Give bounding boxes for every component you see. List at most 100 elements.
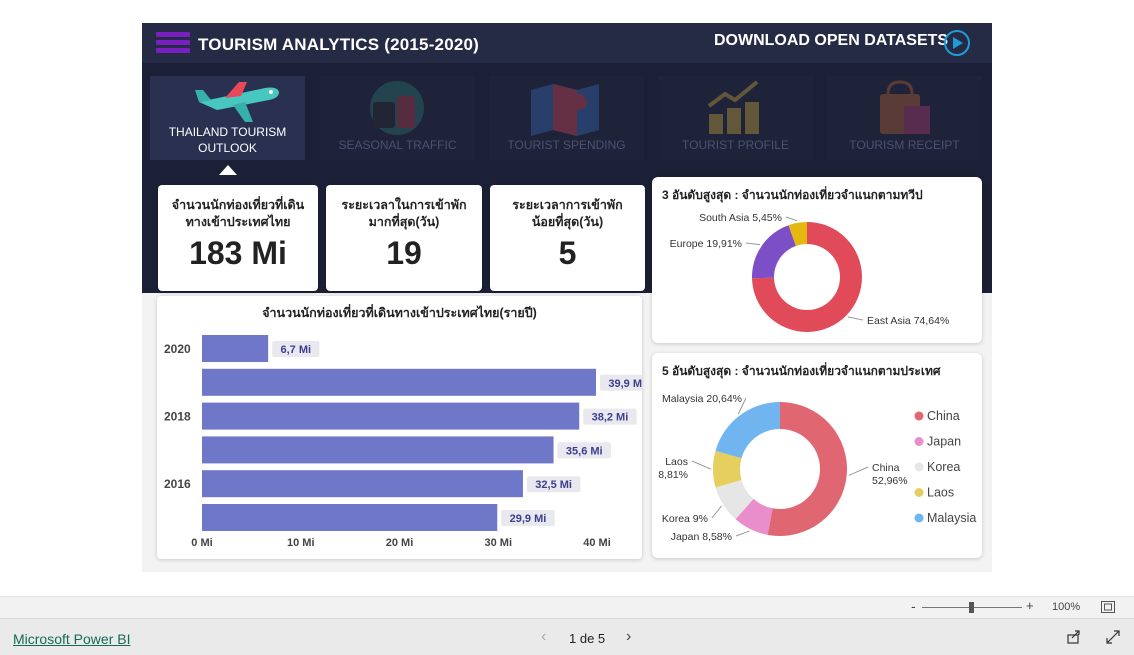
donut-data-label: 8,81% bbox=[658, 469, 688, 481]
airplane-icon bbox=[195, 82, 279, 122]
zoom-bar: - + 100% bbox=[0, 596, 1134, 618]
legend-swatch bbox=[914, 437, 924, 446]
menu-stack-icon bbox=[156, 32, 190, 58]
nav-tile-tourism-receipt[interactable]: TOURISM RECEIPT bbox=[827, 76, 982, 160]
coins-icon bbox=[707, 80, 759, 134]
donut-slice bbox=[752, 225, 796, 279]
kpi-value: 19 bbox=[386, 235, 422, 271]
nav-tile-seasonal-traffic[interactable]: SEASONAL TRAFFIC bbox=[320, 76, 475, 160]
shopping-bag-icon bbox=[880, 80, 930, 134]
share-icon[interactable] bbox=[1067, 630, 1081, 644]
legend-label: Laos bbox=[927, 486, 954, 500]
leader-line bbox=[691, 460, 712, 470]
x-tick-label: 40 Mi bbox=[583, 537, 611, 549]
bar-chart-title: จำนวนนักท่องเที่ยวที่เดินทางเข้าประเทศไท… bbox=[262, 306, 537, 320]
donut-data-label: Korea 9% bbox=[662, 513, 708, 525]
donut-data-label: Europe 19,91% bbox=[670, 238, 742, 250]
map-icon bbox=[531, 84, 599, 136]
donut-data-label: Japan 8,58% bbox=[671, 531, 732, 543]
bar-data-label: 38,2 Mi bbox=[592, 412, 629, 424]
continent-donut-title: 3 อันดับสูงสุด : จำนวนนักท่องเที่ยวจำแนก… bbox=[662, 188, 923, 202]
fit-to-page-icon[interactable] bbox=[1101, 601, 1115, 613]
kpi-card-max-stay: ระยะเวลาในการเข้าพัก มากที่สุด(วัน) 19 bbox=[326, 185, 482, 291]
yearly-tourists-bar-card: จำนวนนักท่องเที่ยวที่เดินทางเข้าประเทศไท… bbox=[157, 296, 654, 559]
y-tick-label: 2020 bbox=[164, 342, 191, 356]
leader-line bbox=[711, 505, 723, 519]
y-tick-label: 2018 bbox=[164, 410, 191, 424]
donut-data-label: Malaysia 20,64% bbox=[662, 393, 742, 405]
donut-data-label: China bbox=[872, 462, 900, 474]
donut-data-label: South Asia 5,45% bbox=[699, 212, 782, 224]
download-datasets-link[interactable]: DOWNLOAD OPEN DATASETS bbox=[714, 32, 948, 50]
kpi-label-line-2: ทางเข้าประเทศไทย bbox=[185, 215, 291, 229]
legend-label: Malaysia bbox=[927, 511, 976, 525]
donut-data-label: East Asia 74,64% bbox=[867, 315, 949, 327]
luggage-icon bbox=[370, 81, 424, 135]
zoom-slider-thumb[interactable] bbox=[969, 602, 974, 613]
title-bar: TOURISM ANALYTICS (2015-2020) DOWNLOAD O… bbox=[142, 23, 992, 63]
previous-page-button[interactable]: ‹ bbox=[541, 628, 546, 646]
kpi-label-line-1: ระยะเวลาการเข้าพัก bbox=[512, 198, 623, 212]
x-tick-label: 10 Mi bbox=[287, 537, 315, 549]
bar-data-label: 35,6 Mi bbox=[566, 445, 603, 457]
legend-swatch bbox=[914, 411, 924, 421]
nav-tile-label: THAILAND TOURISM OUTLOOK bbox=[150, 124, 305, 156]
country-donut-title: 5 อันดับสูงสุด : จำนวนนักท่องเที่ยวจำแนก… bbox=[662, 364, 941, 378]
next-page-button[interactable]: › bbox=[626, 628, 631, 646]
kpi-card-min-stay: ระยะเวลาการเข้าพัก น้อยที่สุด(วัน) 5 bbox=[490, 185, 645, 291]
bar-data-label: 39,9 Mi bbox=[608, 378, 642, 390]
bar bbox=[202, 436, 554, 464]
country-donut-chart: China52,96%Japan 8,58%Korea 9%Laos8,81%M… bbox=[658, 393, 976, 543]
kpi-label-line-1: ระยะเวลาในการเข้าพัก bbox=[341, 198, 467, 212]
legend-label: Japan bbox=[927, 435, 961, 449]
nav-tile-tourist-profile[interactable]: TOURIST PROFILE bbox=[658, 76, 813, 160]
page-indicator: 1 de 5 bbox=[569, 631, 606, 646]
kpi-label: ระยะเวลาในการเข้าพัก มากที่สุด(วัน) bbox=[326, 197, 482, 231]
bar bbox=[202, 368, 597, 396]
report-viewport: TOURISM ANALYTICS (2015-2020) DOWNLOAD O… bbox=[0, 0, 1134, 596]
bar bbox=[202, 335, 269, 362]
legend-swatch bbox=[914, 462, 924, 472]
kpi-value: 5 bbox=[558, 235, 577, 271]
leader-line bbox=[745, 242, 761, 246]
report-title: TOURISM ANALYTICS (2015-2020) bbox=[198, 35, 480, 54]
leader-line bbox=[785, 216, 798, 222]
y-tick-label: 2016 bbox=[164, 477, 191, 491]
donut-data-label: 52,96% bbox=[872, 475, 908, 487]
leader-line bbox=[847, 316, 864, 321]
leader-line bbox=[735, 530, 750, 537]
nav-tile-thailand-tourism-outlook[interactable]: THAILAND TOURISM OUTLOOK bbox=[150, 76, 305, 160]
bar-data-label: 29,9 Mi bbox=[510, 513, 547, 525]
report-canvas: TOURISM ANALYTICS (2015-2020) DOWNLOAD O… bbox=[142, 23, 992, 572]
x-tick-label: 30 Mi bbox=[484, 537, 512, 549]
zoom-in-button[interactable]: + bbox=[1026, 598, 1034, 613]
nav-label-line-1: THAILAND TOURISM bbox=[168, 125, 287, 139]
yearly-tourists-bar-chart: 6,7 Mi 2020 39,9 Mi 38,2 Mi 2018 35,6 Mi 32,5 … bbox=[164, 335, 654, 549]
nav-tile-label: SEASONAL TRAFFIC bbox=[338, 138, 457, 152]
legend-swatch bbox=[914, 513, 924, 523]
kpi-label-line-2: น้อยที่สุด(วัน) bbox=[531, 215, 604, 229]
zoom-out-button[interactable]: - bbox=[911, 598, 916, 614]
nav-tile-label: TOURIST SPENDING bbox=[507, 138, 626, 152]
play-circle-icon[interactable] bbox=[944, 30, 970, 56]
donut-data-label: Laos bbox=[665, 456, 688, 468]
bar bbox=[202, 402, 580, 430]
active-tab-pointer bbox=[219, 165, 237, 175]
legend-label: China bbox=[927, 409, 960, 423]
bar-data-label: 32,5 Mi bbox=[535, 479, 572, 491]
nav-tile-label: TOURIST PROFILE bbox=[682, 138, 789, 152]
legend-swatch bbox=[914, 488, 924, 497]
nav-tile-tourist-spending[interactable]: TOURIST SPENDING bbox=[489, 76, 644, 160]
fullscreen-icon[interactable] bbox=[1106, 630, 1120, 644]
kpi-label-line-1: จำนวนนักท่องเที่ยวที่เดิน bbox=[171, 198, 305, 212]
x-tick-label: 0 Mi bbox=[191, 537, 212, 549]
kpi-label-line-2: มากที่สุด(วัน) bbox=[368, 215, 440, 229]
kpi-label: ระยะเวลาการเข้าพัก น้อยที่สุด(วัน) bbox=[490, 197, 645, 231]
power-bi-link[interactable]: Microsoft Power BI bbox=[13, 631, 130, 647]
viewer-footer: Microsoft Power BI ‹ 1 de 5 › bbox=[0, 618, 1134, 655]
continent-donut-card: 3 อันดับสูงสุด : จำนวนนักท่องเที่ยวจำแนก… bbox=[652, 177, 982, 343]
zoom-level: 100% bbox=[1052, 601, 1081, 613]
kpi-card-total-tourists: จำนวนนักท่องเที่ยวที่เดิน ทางเข้าประเทศไ… bbox=[158, 185, 318, 291]
nav-tile-label: TOURISM RECEIPT bbox=[849, 138, 960, 152]
bar bbox=[202, 470, 523, 498]
